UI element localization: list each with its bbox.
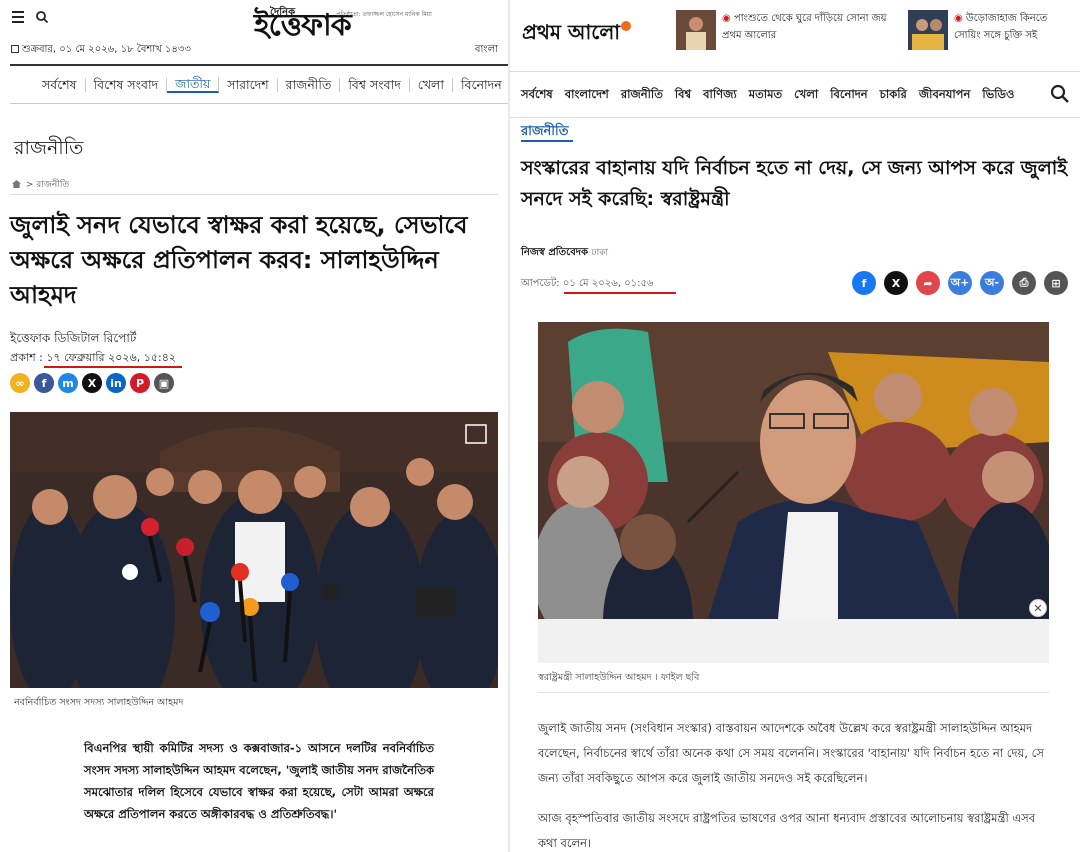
byline[interactable]: ইত্তেফাক ডিজিটাল রিপোর্ট — [10, 330, 136, 350]
promo-thumbnail — [908, 10, 948, 50]
nav-item[interactable]: জাতীয় — [167, 77, 220, 93]
nav-item[interactable]: খেলা — [794, 86, 818, 105]
press-crowd-illustration — [10, 412, 498, 688]
logo-tagline: প্রতিষ্ঠাতা: তফাজ্জল হোসেন মানিক মিয়া — [336, 11, 432, 18]
promo-thumbnail — [676, 10, 716, 50]
nav-item[interactable]: সারাদেশ — [219, 78, 278, 92]
article-photo[interactable] — [10, 412, 498, 688]
nav-item[interactable]: চাকরি — [880, 86, 907, 105]
photo-ad-strip — [538, 619, 1049, 663]
nav-item[interactable]: জীবনযাপন — [919, 86, 970, 105]
article-paragraph: আজ বৃহস্পতিবার জাতীয় সংসদে রাষ্ট্রপতির … — [538, 811, 1036, 850]
prothomalo-header: প্রথম আলো ◉ পাংশুতে থেকে ঘুরে দাঁড়িয়ে … — [510, 0, 1080, 72]
promo-story-1[interactable]: ◉ পাংশুতে থেকে ঘুরে দাঁড়িয়ে সোনা জয় প… — [676, 10, 902, 52]
messenger-icon[interactable]: m — [58, 373, 78, 393]
promo-text: উড়োজাহাজ কিনতে সোয়িং সঙ্গে চুক্তি সই — [954, 13, 1048, 41]
promo-story-2[interactable]: ◉ উড়োজাহাজ কিনতে সোয়িং সঙ্গে চুক্তি সই — [908, 10, 1076, 52]
font-decrease-icon[interactable]: অ- — [980, 271, 1004, 295]
language-switch[interactable]: বাংলা — [475, 42, 498, 59]
ittefaq-article-screenshot: দৈনিক ইত্তেফাক প্রতিষ্ঠাতা: তফাজ্জল হোসে… — [0, 0, 508, 852]
nav-item[interactable]: বিনোদন — [830, 86, 867, 105]
print-icon[interactable]: ⎙ — [1012, 271, 1036, 295]
nav-item[interactable]: বিনোদন — [453, 78, 508, 92]
prothomalo-article-screenshot: প্রথম আলো ◉ পাংশুতে থেকে ঘুরে দাঁড়িয়ে … — [510, 0, 1080, 852]
red-highlight-underline — [44, 366, 182, 368]
live-dot-icon: ◉ — [954, 13, 966, 24]
pinterest-icon[interactable]: P — [130, 373, 150, 393]
nav-item[interactable]: ভিডিও — [982, 86, 1014, 105]
x-icon[interactable]: X — [82, 373, 102, 393]
article-photo[interactable] — [538, 322, 1049, 619]
photo-caption: নবনির্বাচিত সংসদ সদস্য সালাহউদ্দিন আহমদ — [14, 697, 184, 708]
hamburger-menu-icon[interactable] — [12, 11, 24, 23]
author-location: ঢাকা — [591, 248, 609, 258]
sun-logo-icon — [621, 21, 632, 31]
article-paragraph: জুলাই জাতীয় সনদ (সংবিধান সংস্কার) বাস্ত… — [538, 721, 1044, 785]
ittefaq-header: দৈনিক ইত্তেফাক প্রতিষ্ঠাতা: তফাজ্জল হোসে… — [0, 0, 508, 64]
red-highlight-underline — [564, 292, 676, 294]
article-headline: সংস্কারের বাহানায় যদি নির্বাচন হতে না দ… — [521, 157, 1068, 210]
close-icon[interactable]: ✕ — [1029, 599, 1047, 617]
nav-item[interactable]: সর্বশেষ — [34, 78, 86, 92]
share-bar: f X ➦ অ+ অ- ⎙ ⊞ — [852, 271, 1068, 295]
divider — [538, 692, 1049, 693]
prothomalo-logo[interactable]: প্রথম আলো — [522, 18, 632, 51]
nav-item[interactable]: বাণিজ্য — [703, 86, 737, 105]
article-lead: বিএনপির স্থায়ী কমিটির সদস্য ও কক্সবাজার… — [84, 741, 434, 821]
main-navigation: সর্বশেষ বিশেষ সংবাদ জাতীয় সারাদেশ রাজনীতি বি… — [10, 64, 508, 104]
search-icon[interactable] — [1050, 84, 1070, 104]
nav-item[interactable]: রাজনীতি — [621, 86, 663, 105]
home-icon[interactable] — [12, 180, 21, 188]
divider — [10, 194, 498, 195]
promo-text: পাংশুতে থেকে ঘুরে দাঁড়িয়ে সোনা জয় প্র… — [722, 13, 887, 41]
font-increase-icon[interactable]: অ+ — [948, 271, 972, 295]
publish-time-value: ১৭ ফেব্রুয়ারি ২০২৬, ১৫:৪২ — [46, 351, 176, 364]
nav-item[interactable]: বিশ্ব — [675, 86, 691, 105]
updated-time-value: ০১ মে ২০২৬, ০১:৫৬ — [562, 278, 654, 289]
bookmark-icon[interactable]: ⊞ — [1044, 271, 1068, 295]
share-arrow-icon[interactable]: ➦ — [916, 271, 940, 295]
photo-caption: স্বরাষ্ট্রমন্ত্রী সালাহউদ্দিন আহমদ । ফাই… — [538, 672, 700, 683]
parliament-speech-illustration — [538, 322, 1049, 619]
linkedin-icon[interactable]: in — [106, 373, 126, 393]
x-icon[interactable]: X — [884, 271, 908, 295]
search-icon[interactable] — [35, 10, 49, 24]
main-navigation: সর্বশেষ বাংলাদেশ রাজনীতি বিশ্ব বাণিজ্য মতামত খ… — [510, 72, 1080, 118]
article-headline: জুলাই সনদ যেভাবে স্বাক্ষর করা হয়েছে, সে… — [10, 211, 468, 309]
nav-item[interactable]: মতামত — [749, 86, 782, 105]
nav-item[interactable]: বিশেষ সংবাদ — [86, 78, 168, 92]
nav-item[interactable]: খেলা — [410, 78, 454, 92]
breadcrumb: > রাজনীতি — [12, 177, 69, 192]
link-icon[interactable]: ∞ — [10, 373, 30, 393]
section-title: রাজনীতি — [14, 137, 84, 159]
facebook-icon[interactable]: f — [34, 373, 54, 393]
facebook-icon[interactable]: f — [852, 271, 876, 295]
nav-item[interactable]: রাজনীতি — [278, 78, 341, 92]
live-dot-icon: ◉ — [722, 13, 734, 24]
breadcrumb-section[interactable]: রাজনীতি — [36, 180, 69, 190]
section-underline — [521, 140, 573, 142]
current-date: শুক্রবার, ০১ মে ২০২৬, ১৮ বৈশাখ ১৪৩৩ — [11, 42, 191, 59]
print-icon[interactable]: ▣ — [154, 373, 174, 393]
nav-item[interactable]: বিশ্ব সংবাদ — [340, 78, 410, 92]
nav-item[interactable]: বাংলাদেশ — [565, 86, 609, 105]
calendar-icon — [11, 45, 19, 53]
author[interactable]: নিজস্ব প্রতিবেদক ঢাকা — [521, 245, 608, 262]
nav-item[interactable]: সর্বশেষ — [521, 86, 553, 105]
share-bar: ∞ f m Xin P ▣ — [10, 373, 174, 393]
updated-time: আপডেট: ০১ মে ২০২৬, ০১:৫৬ — [521, 278, 654, 289]
